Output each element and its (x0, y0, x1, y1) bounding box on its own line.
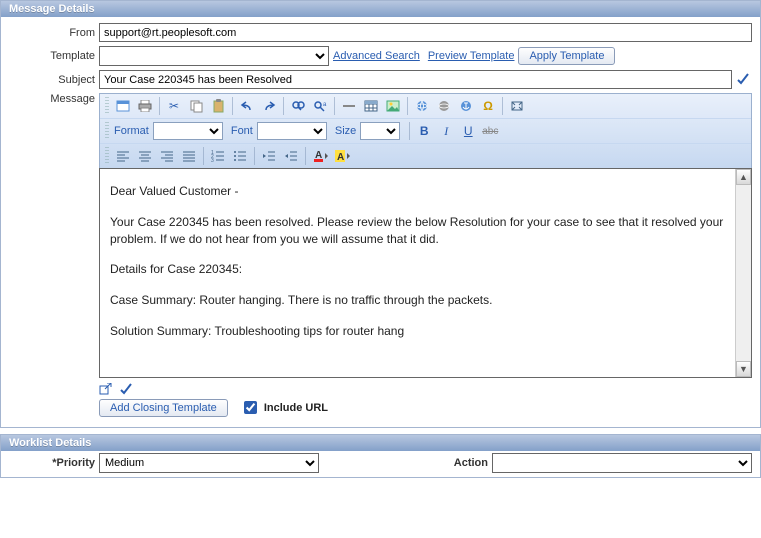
redo-icon[interactable] (258, 96, 280, 116)
paste-icon[interactable] (207, 96, 229, 116)
align-left-icon[interactable] (112, 146, 134, 166)
font-label: Font (231, 125, 253, 137)
align-center-icon[interactable] (134, 146, 156, 166)
preview-template-link[interactable]: Preview Template (428, 50, 515, 62)
priority-label: *Priority (9, 457, 99, 469)
message-details-body: From Template Advanced Search Preview Te… (1, 17, 760, 427)
from-label: From (9, 27, 99, 39)
worklist-details-header: Worklist Details (1, 435, 760, 451)
message-details-header: Message Details (1, 1, 760, 17)
subject-label: Subject (9, 74, 99, 86)
message-paragraph: Case Summary: Router hanging. There is n… (110, 292, 725, 309)
image-icon[interactable] (382, 96, 404, 116)
table-icon[interactable] (360, 96, 382, 116)
italic-icon[interactable]: I (435, 121, 457, 141)
bold-icon[interactable]: B (413, 121, 435, 141)
format-select[interactable] (153, 122, 223, 140)
find-icon[interactable] (287, 96, 309, 116)
strikethrough-icon[interactable]: abc (479, 121, 501, 141)
include-url-checkbox[interactable] (244, 401, 257, 414)
svg-text:3: 3 (211, 158, 214, 162)
scroll-down-icon[interactable]: ▼ (736, 361, 751, 377)
link-icon[interactable] (411, 96, 433, 116)
size-select[interactable] (360, 122, 400, 140)
popout-icon[interactable] (99, 383, 113, 395)
editor-toolbar: ✂ (99, 93, 752, 168)
worklist-body: *Priority Medium Action (1, 451, 760, 477)
unordered-list-icon[interactable] (229, 146, 251, 166)
scroll-track[interactable] (736, 185, 751, 361)
subject-input[interactable] (99, 70, 732, 89)
hr-icon[interactable] (338, 96, 360, 116)
print-icon[interactable] (134, 96, 156, 116)
worklist-details-panel: Worklist Details *Priority Medium Action (0, 434, 761, 478)
svg-text:a: a (323, 102, 327, 108)
message-paragraph: Dear Valued Customer - (110, 183, 725, 200)
source-icon[interactable] (112, 96, 134, 116)
apply-template-button[interactable]: Apply Template (518, 47, 615, 65)
toolbar-grip (105, 97, 109, 115)
align-right-icon[interactable] (156, 146, 178, 166)
text-color-icon[interactable]: A (309, 146, 331, 166)
font-select[interactable] (257, 122, 327, 140)
size-label: Size (335, 125, 356, 137)
align-justify-icon[interactable] (178, 146, 200, 166)
advanced-search-link[interactable]: Advanced Search (333, 50, 420, 62)
message-paragraph: Solution Summary: Troubleshooting tips f… (110, 323, 725, 340)
outdent-icon[interactable] (258, 146, 280, 166)
unlink-icon[interactable] (433, 96, 455, 116)
message-details-panel: Message Details From Template Advanced S… (0, 0, 761, 428)
message-paragraph: Your Case 220345 has been resolved. Plea… (110, 214, 725, 248)
format-label: Format (114, 125, 149, 137)
from-input[interactable] (99, 23, 752, 42)
template-select[interactable] (99, 46, 329, 66)
copy-icon[interactable] (185, 96, 207, 116)
action-label: Action (432, 457, 492, 469)
underline-icon[interactable]: U (457, 121, 479, 141)
highlight-color-icon[interactable]: A (331, 146, 353, 166)
toolbar-grip (105, 122, 109, 140)
message-label: Message (9, 93, 99, 105)
special-char-icon[interactable]: Ω (477, 96, 499, 116)
message-body[interactable]: Dear Valued Customer - Your Case 220345 … (100, 169, 735, 377)
add-closing-template-button[interactable]: Add Closing Template (99, 399, 228, 417)
anchor-icon[interactable] (455, 96, 477, 116)
svg-text:A: A (337, 152, 344, 163)
expand-icon[interactable] (506, 96, 528, 116)
message-paragraph: Details for Case 220345: (110, 261, 725, 278)
editor-scrollbar[interactable]: ▲ ▼ (735, 169, 751, 377)
template-label: Template (9, 50, 99, 62)
priority-select[interactable]: Medium (99, 453, 319, 473)
cut-icon[interactable]: ✂ (163, 96, 185, 116)
toolbar-grip (105, 147, 109, 165)
replace-icon[interactable]: a (309, 96, 331, 116)
scroll-up-icon[interactable]: ▲ (736, 169, 751, 185)
ordered-list-icon[interactable]: 123 (207, 146, 229, 166)
spellcheck-icon[interactable] (736, 72, 752, 88)
spellcheck-icon[interactable] (119, 382, 133, 396)
include-url-label: Include URL (264, 402, 328, 414)
indent-icon[interactable] (280, 146, 302, 166)
undo-icon[interactable] (236, 96, 258, 116)
rich-text-editor: ✂ (99, 93, 752, 417)
action-select[interactable] (492, 453, 752, 473)
include-url-checkbox-wrap[interactable]: Include URL (240, 398, 328, 417)
